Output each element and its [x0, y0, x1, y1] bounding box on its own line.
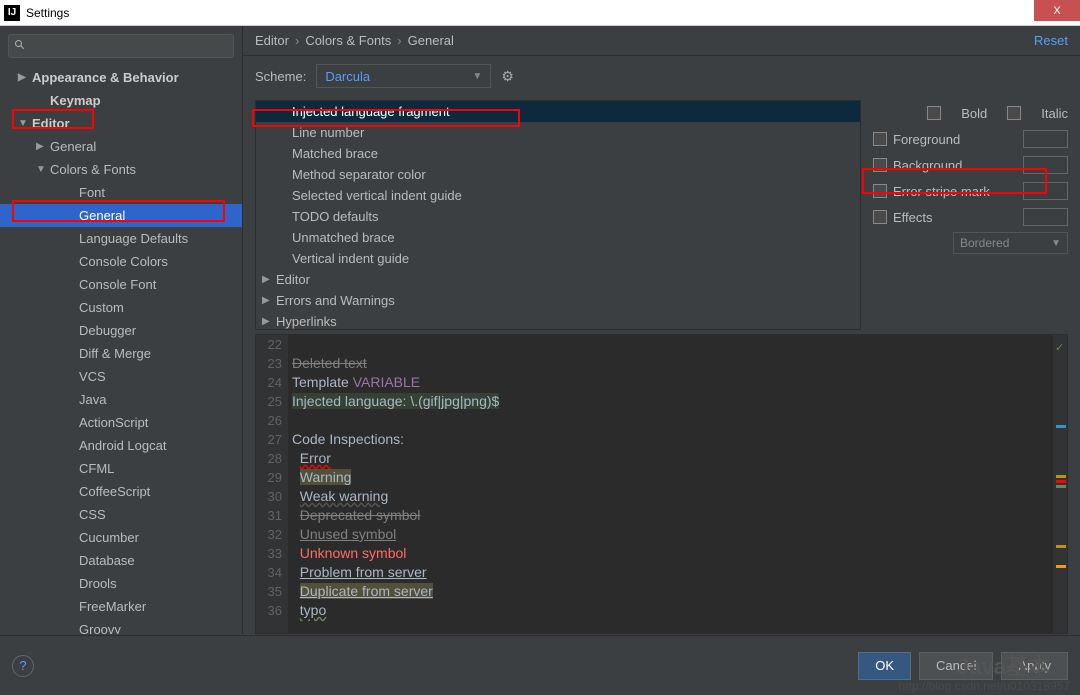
sidebar-item-cucumber[interactable]: Cucumber	[0, 526, 242, 549]
effects-type-select[interactable]: Bordered▼	[953, 232, 1068, 254]
background-swatch[interactable]	[1023, 156, 1068, 174]
italic-checkbox[interactable]	[1007, 106, 1021, 120]
sidebar-item-colors-fonts[interactable]: ▼Colors & Fonts	[0, 158, 242, 181]
colors-item-injected-language-fragment[interactable]: Injected language fragment	[256, 101, 860, 122]
sidebar-item-keymap[interactable]: Keymap	[0, 89, 242, 112]
sidebar-item-cfml[interactable]: CFML	[0, 457, 242, 480]
sidebar-item-freemarker[interactable]: FreeMarker	[0, 595, 242, 618]
sidebar-item-drools[interactable]: Drools	[0, 572, 242, 595]
preview-editor: 222324252627282930313233343536 Deleted t…	[255, 334, 1068, 634]
colors-item-editor[interactable]: ▶Editor	[256, 269, 860, 290]
scheme-label: Scheme:	[255, 69, 306, 84]
settings-content: Editor›Colors & Fonts›General Reset Sche…	[243, 26, 1080, 634]
sidebar-item-actionscript[interactable]: ActionScript	[0, 411, 242, 434]
foreground-swatch[interactable]	[1023, 130, 1068, 148]
apply-button[interactable]: Apply	[1001, 652, 1068, 680]
bold-checkbox[interactable]	[927, 106, 941, 120]
colors-item-method-separator-color[interactable]: Method separator color	[256, 164, 860, 185]
close-button[interactable]: X	[1034, 0, 1080, 21]
colors-item-errors-and-warnings[interactable]: ▶Errors and Warnings	[256, 290, 860, 311]
gear-icon[interactable]: ⚙	[501, 68, 517, 84]
settings-search-input[interactable]	[8, 34, 234, 58]
colors-item-vertical-indent-guide[interactable]: Vertical indent guide	[256, 248, 860, 269]
breadcrumb: Editor›Colors & Fonts›General	[255, 33, 454, 48]
settings-sidebar: ▶Appearance & BehaviorKeymap▼Editor▶Gene…	[0, 26, 243, 634]
scheme-select[interactable]: Darcula▼	[316, 64, 491, 88]
app-icon: IJ	[4, 5, 20, 21]
window-title: Settings	[26, 6, 69, 20]
cancel-button[interactable]: Cancel	[919, 652, 993, 680]
colors-item-todo-defaults[interactable]: TODO defaults	[256, 206, 860, 227]
sidebar-item-database[interactable]: Database	[0, 549, 242, 572]
sidebar-item-general[interactable]: General	[0, 204, 242, 227]
editor-gutter: 222324252627282930313233343536	[256, 335, 288, 633]
background-checkbox[interactable]	[873, 158, 887, 172]
sidebar-item-editor[interactable]: ▼Editor	[0, 112, 242, 135]
error-stripe[interactable]: ✓	[1053, 335, 1067, 633]
error-stripe-swatch[interactable]	[1023, 182, 1068, 200]
sidebar-item-font[interactable]: Font	[0, 181, 242, 204]
sidebar-item-language-defaults[interactable]: Language Defaults	[0, 227, 242, 250]
colors-item-unmatched-brace[interactable]: Unmatched brace	[256, 227, 860, 248]
sidebar-item-android-logcat[interactable]: Android Logcat	[0, 434, 242, 457]
sidebar-item-java[interactable]: Java	[0, 388, 242, 411]
settings-tree[interactable]: ▶Appearance & BehaviorKeymap▼Editor▶Gene…	[0, 66, 242, 634]
sidebar-item-groovy[interactable]: Groovy	[0, 618, 242, 634]
editor-code: Deleted text Template VARIABLE Injected …	[288, 335, 1067, 633]
color-props-panel: Bold Italic Foreground Background Error …	[873, 100, 1068, 330]
sidebar-item-vcs[interactable]: VCS	[0, 365, 242, 388]
colors-item-selected-vertical-indent-guide[interactable]: Selected vertical indent guide	[256, 185, 860, 206]
colors-item-hyperlinks[interactable]: ▶Hyperlinks	[256, 311, 860, 330]
sidebar-item-general[interactable]: ▶General	[0, 135, 242, 158]
title-bar: IJ Settings X	[0, 0, 1080, 26]
colors-tree[interactable]: Injected language fragmentLine numberMat…	[255, 100, 861, 330]
colors-item-matched-brace[interactable]: Matched brace	[256, 143, 860, 164]
colors-item-line-number[interactable]: Line number	[256, 122, 860, 143]
sidebar-item-debugger[interactable]: Debugger	[0, 319, 242, 342]
error-stripe-checkbox[interactable]	[873, 184, 887, 198]
sidebar-item-custom[interactable]: Custom	[0, 296, 242, 319]
sidebar-item-css[interactable]: CSS	[0, 503, 242, 526]
sidebar-item-coffeescript[interactable]: CoffeeScript	[0, 480, 242, 503]
help-button[interactable]: ?	[12, 655, 34, 677]
effects-checkbox[interactable]	[873, 210, 887, 224]
sidebar-item-console-font[interactable]: Console Font	[0, 273, 242, 296]
foreground-checkbox[interactable]	[873, 132, 887, 146]
ok-button[interactable]: OK	[858, 652, 911, 680]
dialog-footer: ? OK Cancel Apply	[0, 635, 1080, 695]
sidebar-item-appearance-behavior[interactable]: ▶Appearance & Behavior	[0, 66, 242, 89]
reset-link[interactable]: Reset	[1034, 33, 1068, 48]
check-icon: ✓	[1055, 341, 1065, 351]
sidebar-item-diff-merge[interactable]: Diff & Merge	[0, 342, 242, 365]
effects-swatch[interactable]	[1023, 208, 1068, 226]
sidebar-item-console-colors[interactable]: Console Colors	[0, 250, 242, 273]
